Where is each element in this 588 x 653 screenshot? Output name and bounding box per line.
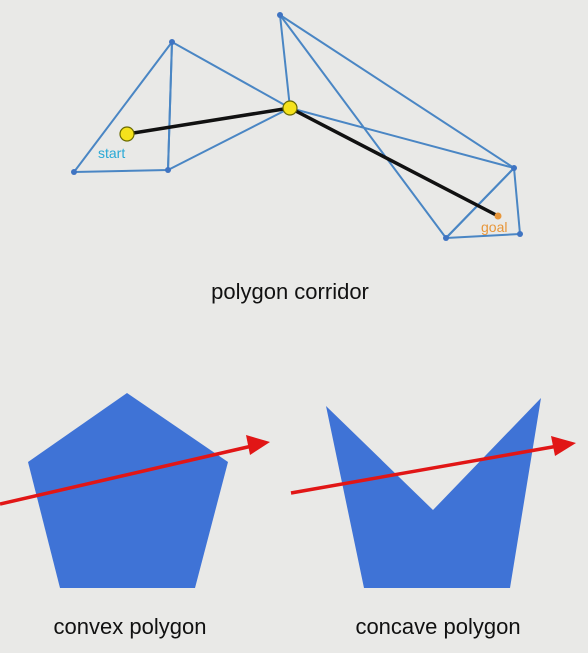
vertex-point [169,39,175,45]
convex-caption: convex polygon [54,614,207,639]
start-label: start [98,145,125,161]
vertex-point [165,167,171,173]
vertex-point [511,165,517,171]
start-marker [119,126,135,142]
vertex-point [277,12,283,18]
corridor-caption: polygon corridor [211,279,369,304]
vertex-point [443,235,449,241]
diagram-canvas: start goal polygon corridor convex polyg… [0,0,588,653]
vertex-point [71,169,77,175]
path-waypoint-marker [282,100,298,116]
concave-caption: concave polygon [355,614,520,639]
vertex-point [517,231,523,237]
goal-label: goal [481,219,507,235]
